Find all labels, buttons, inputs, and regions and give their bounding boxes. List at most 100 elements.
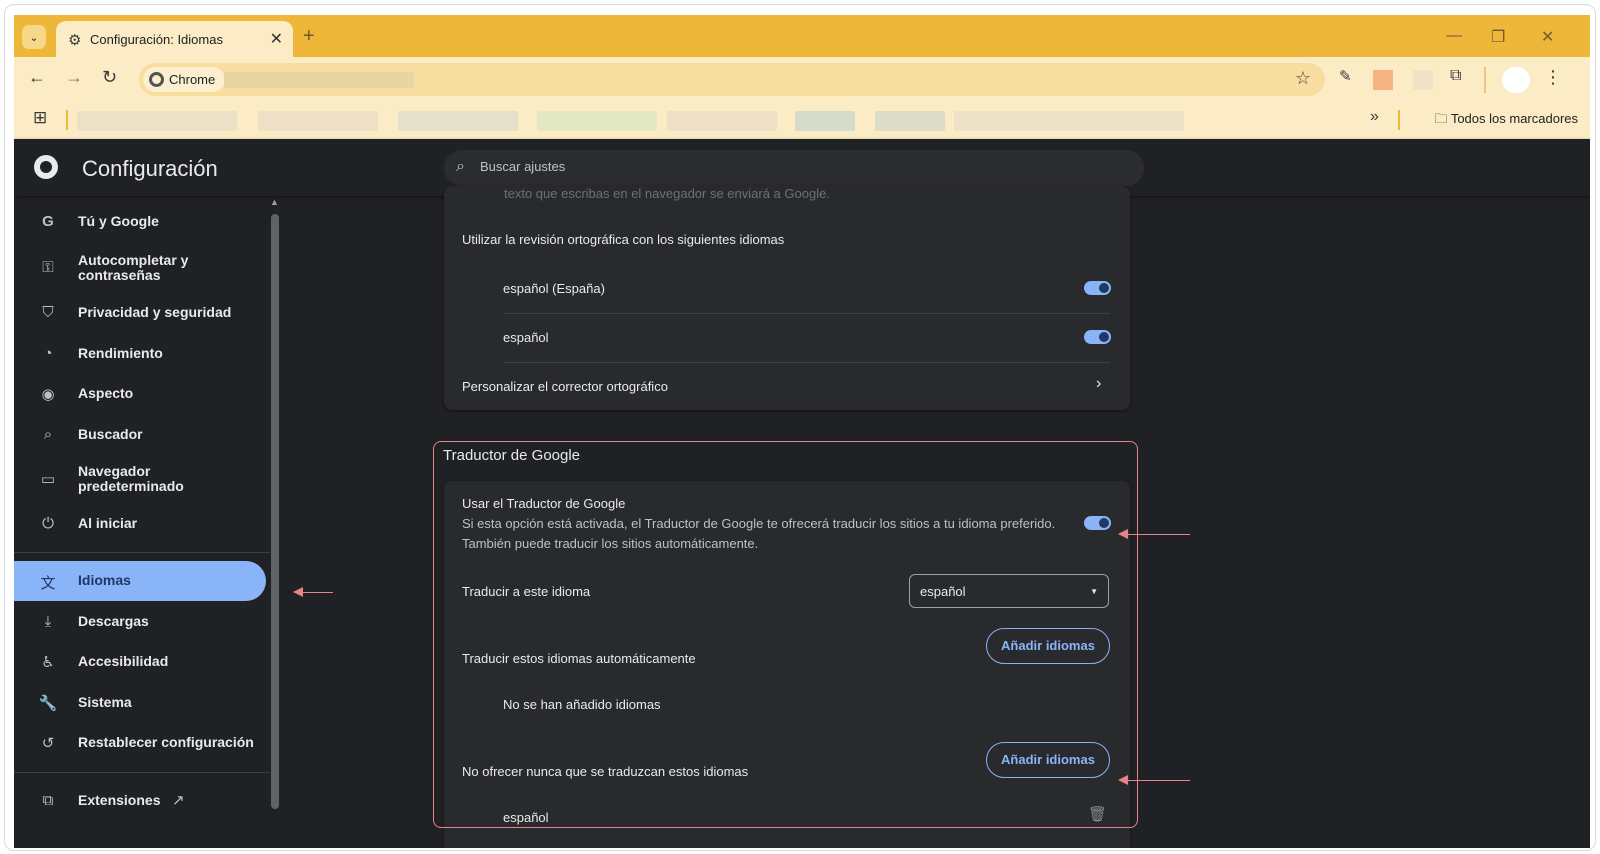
chrome-logo-icon: [34, 155, 58, 179]
spellcheck-language-label: español: [503, 330, 549, 345]
sidebar-divider: [14, 772, 270, 773]
toolbar: ← → ↻ Chrome ☆ ✎ ⧉ ⋮: [14, 57, 1590, 124]
sidebar-item-label: Rendimiento: [78, 345, 163, 361]
tab-settings[interactable]: ⚙ Configuración: Idiomas ✕: [56, 21, 293, 57]
close-window-icon[interactable]: ✕: [1541, 27, 1554, 47]
sidebar-item-label: Al iniciar: [78, 515, 138, 531]
bookmark-redacted-8[interactable]: [954, 111, 1184, 131]
external-link-icon: ↗: [172, 792, 185, 809]
sidebar-item-you-and-google[interactable]: G Tú y Google: [14, 202, 266, 242]
accessibility-icon: ♿: [41, 654, 55, 671]
chevron-right-icon[interactable]: ›: [1096, 375, 1101, 393]
sidebar-item-accessibility[interactable]: ♿ Accesibilidad: [14, 642, 266, 682]
puzzle-icon: ⧉: [42, 792, 54, 809]
bookmark-redacted-5[interactable]: [667, 111, 777, 131]
reload-icon[interactable]: ↻: [102, 67, 117, 88]
extension-icon[interactable]: [1373, 70, 1393, 90]
row-divider: [503, 362, 1110, 363]
sidebar-item-label: Privacidad y seguridad: [78, 304, 232, 320]
restore-icon[interactable]: ❐: [1491, 27, 1505, 47]
power-icon: ⏻: [42, 515, 54, 532]
avatar[interactable]: [1502, 67, 1530, 93]
sidebar-item-languages[interactable]: 文 Idiomas: [14, 561, 266, 601]
sidebar-item-system[interactable]: 🔧 Sistema: [14, 683, 266, 723]
sidebar-item-reset[interactable]: ↺ Restablecer configuración: [14, 723, 266, 763]
sidebar-item-extensions[interactable]: ⧉ Extensiones ↗: [14, 781, 266, 821]
extension-icon-2[interactable]: [1413, 70, 1433, 90]
bookmark-redacted-2[interactable]: [258, 111, 378, 131]
puzzle-icon[interactable]: ⧉: [1450, 67, 1461, 85]
bookmark-redacted-6[interactable]: [795, 111, 855, 131]
spellcheck-heading: Utilizar la revisión ortográfica con los…: [462, 232, 785, 247]
folder-icon: 🗀: [1434, 111, 1448, 126]
sidebar-item-downloads[interactable]: ⤓ Descargas: [14, 602, 266, 642]
bookmark-redacted-4[interactable]: [537, 111, 657, 131]
bookmark-redacted-3[interactable]: [398, 111, 518, 131]
wrench-icon: 🔧: [38, 695, 58, 712]
sidebar-item-autofill[interactable]: ⚿ Autocompletar y contraseñas: [14, 248, 266, 288]
minimize-icon[interactable]: —: [1446, 27, 1462, 45]
new-tab-button[interactable]: +: [303, 25, 315, 48]
search-bar[interactable]: ⌕: [444, 150, 1144, 186]
sidebar-item-label: Sistema: [78, 694, 132, 710]
toolbar-divider: [1484, 67, 1486, 93]
bookmark-redacted-1[interactable]: [77, 111, 237, 131]
sidebar-item-label: Buscador: [78, 426, 143, 442]
site-chip[interactable]: Chrome: [143, 67, 226, 92]
annotation-arrow-sidebar: [293, 587, 333, 597]
speedometer-icon: ◔: [43, 345, 53, 362]
search-icon: ⌕: [43, 426, 53, 443]
back-icon[interactable]: ←: [28, 67, 46, 88]
page-title: Configuración: [82, 156, 218, 181]
address-bar[interactable]: Chrome ☆: [139, 63, 1325, 96]
spellcheck-card: texto que escribas en el navegador se en…: [444, 186, 1130, 410]
all-bookmarks-label: Todos los marcadores: [1450, 111, 1578, 126]
pen-icon[interactable]: ✎: [1339, 67, 1352, 85]
cut-off-text: texto que escribas en el navegador se en…: [504, 186, 830, 201]
translate-icon: 文: [40, 575, 56, 592]
annotation-highlight-box: [433, 441, 1138, 828]
sidebar-item-label: Aspecto: [78, 385, 134, 401]
browser-window: ⌄ ⚙ Configuración: Idiomas ✕ + — ❐ ✕ ← →…: [14, 15, 1590, 848]
sidebar-item-label: Navegador predeterminado: [78, 463, 184, 494]
annotation-arrow-add-button: [1118, 775, 1190, 785]
bookmark-redacted-7[interactable]: [875, 111, 945, 131]
shield-icon: ⛉: [42, 304, 54, 321]
chrome-icon: [149, 72, 164, 87]
sidebar-item-on-startup[interactable]: ⏻ Al iniciar: [14, 504, 266, 544]
spellcheck-toggle[interactable]: [1084, 281, 1111, 295]
menu-kebab-icon[interactable]: ⋮: [1544, 67, 1562, 88]
search-input[interactable]: [478, 158, 1082, 175]
spellcheck-toggle[interactable]: [1084, 330, 1111, 344]
tab-search-button[interactable]: ⌄: [22, 25, 46, 49]
apps-grid-icon[interactable]: ⊞: [33, 108, 47, 128]
sidebar-item-label: Accesibilidad: [78, 653, 169, 669]
sidebar-item-performance[interactable]: ◔ Rendimiento: [14, 334, 266, 374]
tab-title: Configuración: Idiomas: [90, 32, 223, 47]
forward-icon[interactable]: →: [65, 67, 83, 88]
screenshot-frame: ⌄ ⚙ Configuración: Idiomas ✕ + — ❐ ✕ ← →…: [4, 4, 1596, 851]
more-bookmarks-icon[interactable]: »: [1370, 108, 1379, 126]
scroll-up-icon[interactable]: ▲: [270, 197, 279, 207]
spellcheck-language-label: español (España): [503, 281, 605, 296]
browser-window-icon: ▭: [40, 471, 56, 488]
sidebar-item-privacy[interactable]: ⛉ Privacidad y seguridad: [14, 293, 266, 333]
sidebar-item-appearance[interactable]: ◉ Aspecto: [14, 374, 266, 414]
annotation-arrow-toggle: [1118, 529, 1190, 539]
palette-icon: ◉: [41, 386, 55, 403]
customize-spellcheck-link[interactable]: Personalizar el corrector ortográfico: [462, 379, 668, 394]
all-bookmarks-folder[interactable]: 🗀 Todos los marcadores: [1434, 110, 1578, 132]
sidebar-item-search-engine[interactable]: ⌕ Buscador: [14, 415, 266, 455]
reset-icon: ↺: [41, 735, 55, 752]
bookmarks-bar: ⊞ » 🗀 Todos los marcadores: [14, 102, 1590, 139]
sidebar-item-label: Descargas: [78, 613, 149, 629]
bookmark-divider: [66, 110, 68, 130]
sidebar-item-label: Restablecer configuración: [78, 734, 254, 750]
sidebar-divider: [14, 552, 270, 553]
sidebar-scrollbar[interactable]: [271, 214, 279, 809]
star-icon[interactable]: ☆: [1295, 68, 1311, 89]
url-redacted: [224, 72, 414, 88]
close-icon[interactable]: ✕: [270, 29, 283, 49]
row-divider: [503, 313, 1110, 314]
sidebar-item-default-browser[interactable]: ▭ Navegador predeterminado: [14, 459, 266, 499]
